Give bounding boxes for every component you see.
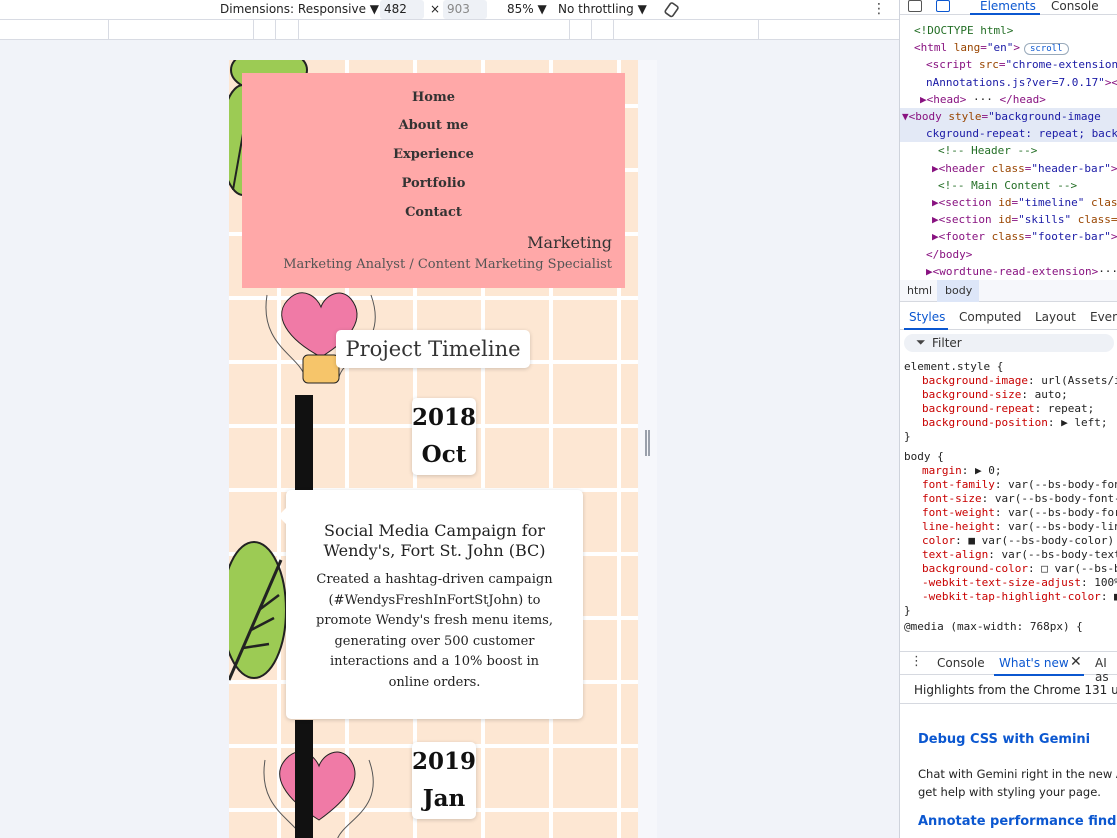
- nav-home[interactable]: Home: [242, 90, 625, 105]
- dom-node[interactable]: nAnnotations.js?ver=7.0.17"><: [900, 74, 1117, 91]
- dimensions-dropdown[interactable]: Dimensions: Responsive ▼: [220, 2, 379, 16]
- styles-filter-input[interactable]: ⏷ Filter: [904, 334, 1114, 352]
- dom-tree: <!DOCTYPE html> <html lang="en"> scroll <sc…: [900, 22, 1117, 280]
- filter-placeholder: Filter: [932, 336, 962, 350]
- media-query-ruler: [0, 20, 899, 40]
- drawer-tab-ai[interactable]: AI as: [1095, 656, 1117, 684]
- tab-elements-indicator: [970, 13, 1040, 15]
- dom-node[interactable]: ▶<section id="timeline" clas: [900, 194, 1117, 211]
- nav-portfolio[interactable]: Portfolio: [242, 176, 625, 191]
- breadcrumb-html[interactable]: html: [907, 284, 932, 297]
- height-value: 903: [447, 2, 470, 16]
- timeline-event-card: Social Media Campaign for Wendy's, Fort …: [278, 490, 583, 719]
- dom-node[interactable]: ▼<body style="background-image: [900, 108, 1117, 125]
- timeline-year: 2019: [412, 748, 477, 775]
- header-bar: Home About me Experience Portfolio Conta…: [242, 73, 625, 288]
- styles-pane: element.style {background-image: url(Ass…: [900, 358, 1117, 648]
- inspect-icon[interactable]: [908, 0, 922, 12]
- dom-breadcrumbs: html body: [900, 280, 1117, 302]
- nav-experience[interactable]: Experience: [242, 147, 625, 162]
- lightbulb-heart-illustration-2: [263, 751, 374, 838]
- dom-node[interactable]: <script src="chrome-extension: [900, 56, 1117, 73]
- timeline-line: [295, 395, 313, 490]
- zoom-dropdown[interactable]: 85% ▼: [507, 2, 547, 16]
- throttle-dropdown[interactable]: No throttling ▼: [558, 2, 647, 16]
- event-description: Created a hashtag-driven campaign (#Wend…: [316, 572, 553, 690]
- rotate-icon[interactable]: [664, 2, 680, 18]
- dom-node[interactable]: ▶<footer class="footer-bar">: [900, 228, 1117, 245]
- tab-event-listeners[interactable]: Event: [1090, 310, 1117, 324]
- height-input[interactable]: 903: [443, 0, 487, 19]
- feature-link-annotate[interactable]: Annotate performance findings: [918, 814, 1117, 829]
- plant-middle-illustration: [229, 541, 287, 681]
- page-viewport: Home About me Experience Portfolio Conta…: [229, 60, 638, 838]
- drawer-tab-console[interactable]: Console: [937, 656, 985, 670]
- devtools-top-tabs: Elements Console: [900, 0, 1117, 15]
- section-title: Project Timeline: [336, 330, 530, 368]
- device-toolbar: Dimensions: Responsive ▼ 482 × 903 85% ▼…: [0, 0, 899, 20]
- device-toggle-icon[interactable]: [936, 0, 950, 12]
- dom-node[interactable]: ▶<section id="skills" class=: [900, 211, 1117, 228]
- scroll-badge: scroll: [1024, 43, 1069, 56]
- event-title-line: Wendy's, Fort St. John (BC): [323, 541, 546, 560]
- nav-about[interactable]: About me: [242, 118, 625, 133]
- dom-node[interactable]: ▶<wordtune-read-extension>···</: [900, 263, 1117, 280]
- drawer-menu-icon[interactable]: ⋮: [910, 654, 923, 669]
- resize-handle[interactable]: [645, 430, 650, 456]
- nav-contact[interactable]: Contact: [242, 205, 625, 220]
- brand-subtitle: Marketing Analyst / Content Marketing Sp…: [283, 257, 612, 272]
- dom-node[interactable]: </body>: [900, 246, 1117, 263]
- tab-computed[interactable]: Computed: [959, 310, 1021, 324]
- width-value: 482: [384, 2, 407, 16]
- width-input[interactable]: 482: [380, 0, 424, 19]
- dom-node[interactable]: <!-- Main Content -->: [900, 177, 1117, 194]
- tab-elements[interactable]: Elements: [980, 0, 1036, 13]
- dom-node[interactable]: <!DOCTYPE html>: [900, 22, 1117, 39]
- timeline-date-badge: 2018 Oct: [412, 398, 476, 475]
- timeline-line-2: [295, 720, 313, 838]
- more-options-icon[interactable]: ⋮: [872, 1, 886, 17]
- feature-description: Chat with Gemini right in the new AI ass…: [918, 767, 1117, 799]
- whats-new-heading: Highlights from the Chrome 131 update: [914, 683, 1117, 697]
- timeline-year: 2018: [412, 404, 477, 431]
- timeline-month: Oct: [421, 441, 467, 468]
- tab-styles[interactable]: Styles: [909, 310, 945, 324]
- breadcrumb-body[interactable]: body: [945, 284, 972, 297]
- tab-styles-indicator: [904, 328, 948, 330]
- tab-console[interactable]: Console: [1051, 0, 1099, 13]
- dom-node[interactable]: ▶<head> ··· </head>: [900, 91, 1117, 108]
- devtools-panel: Elements Console <!DOCTYPE html> <html la…: [899, 0, 1117, 838]
- card-pointer: [278, 508, 286, 524]
- event-title-line: Social Media Campaign for: [324, 521, 545, 540]
- dom-node[interactable]: <!-- Header -->: [900, 142, 1117, 159]
- divider: [900, 703, 1117, 704]
- css-rule-close: }: [904, 430, 911, 443]
- css-rule-close: }: [904, 604, 911, 617]
- times-label: ×: [430, 2, 441, 16]
- dom-node[interactable]: ▶<header class="header-bar">: [900, 160, 1117, 177]
- css-media-query: @media (max-width: 768px) {: [904, 620, 1083, 633]
- close-icon[interactable]: ✕: [1070, 654, 1082, 670]
- brand-title: Marketing: [527, 233, 612, 252]
- drawer-tab-whats-new[interactable]: What's new: [999, 656, 1069, 670]
- styles-tabs: Styles Computed Layout Event: [900, 306, 1117, 330]
- drawer-tabs: ⋮ Console What's new ✕ AI as: [900, 651, 1117, 684]
- event-title: Social Media Campaign for Wendy's, Fort …: [286, 521, 583, 561]
- filter-icon: ⏷: [916, 335, 926, 349]
- dom-node[interactable]: ckground-repeat: repeat; back: [900, 125, 1117, 143]
- timeline-month: Jan: [422, 785, 466, 812]
- whats-new-indicator: [994, 674, 1084, 676]
- tab-layout[interactable]: Layout: [1035, 310, 1076, 324]
- dom-node[interactable]: <html lang="en"> scroll: [900, 39, 1117, 58]
- feature-link-debug-css[interactable]: Debug CSS with Gemini: [918, 732, 1090, 747]
- timeline-date-badge-2: 2019 Jan: [412, 742, 476, 819]
